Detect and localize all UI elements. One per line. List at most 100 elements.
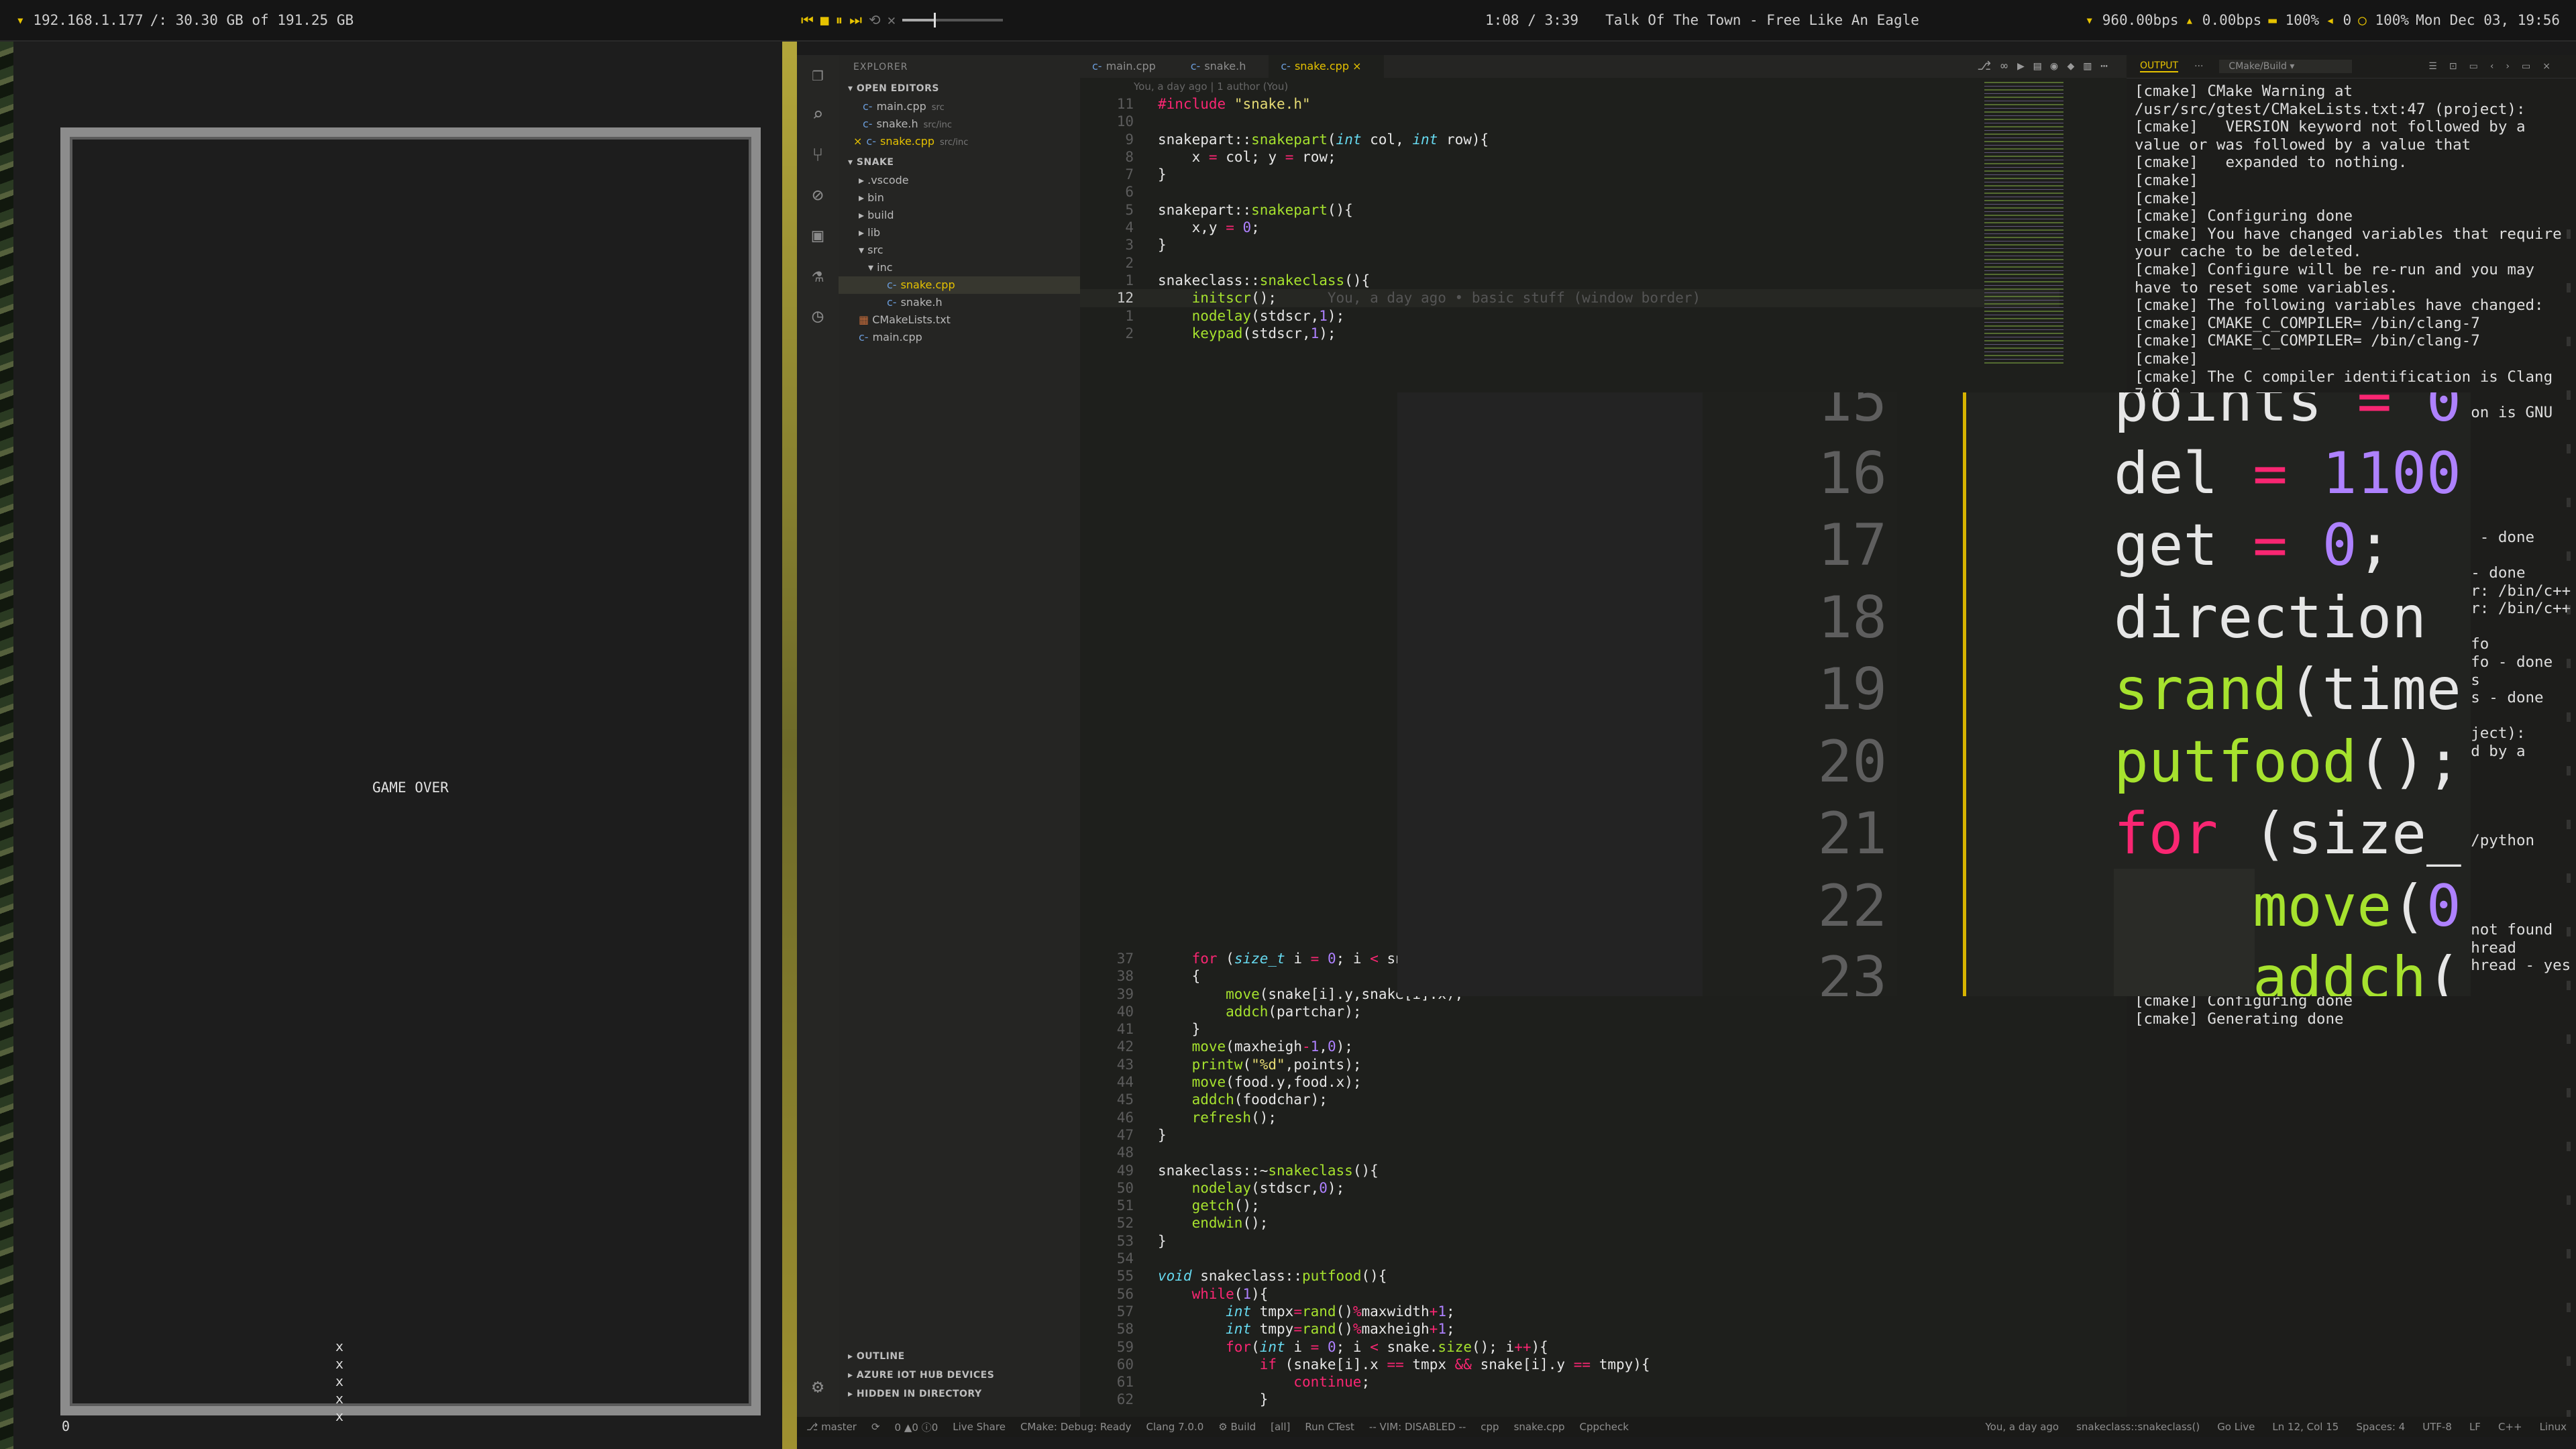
code-line[interactable]: 7} [1080,166,2059,183]
code-line[interactable]: 5 snakepart::snakepart(){ [1080,201,2059,219]
code-line[interactable]: 9 snakepart::snakepart(int col, int row){ [1080,131,2059,148]
code-line[interactable]: 48 [1080,1144,2059,1161]
tab-main-cpp[interactable]: c-main.cpp [1080,55,1179,78]
link-icon[interactable]: ∞ [2000,59,2017,73]
test-icon[interactable]: ⚗ [805,263,830,288]
tab-snake-cpp[interactable]: c-snake.cpp × [1269,55,1385,78]
tree-folder-build[interactable]: ▸ build [839,207,1080,224]
next-track-icon[interactable]: ⏭ [849,12,862,29]
close-icon[interactable]: × [2542,61,2563,72]
seek-bar[interactable] [902,13,1004,28]
code-line[interactable]: 4 x,y = 0; [1080,219,2059,236]
code-line[interactable]: 51 getch(); [1080,1197,2059,1214]
open-editor-main[interactable]: c-main.cpp src [839,98,1080,115]
code-line[interactable]: 53} [1080,1232,2059,1250]
open-editors-section[interactable]: ▾ OPEN EDITORS [839,79,1080,98]
list-icon[interactable]: ☰ [2428,61,2449,72]
code-line[interactable]: 12 initscr(); You, a day ago • basic stu… [1080,289,2059,307]
code-lines-top[interactable]: 11 #include "snake.h" 10 9 snakepart::snakep… [1080,95,2059,342]
eye-icon[interactable]: ◉ [2051,59,2068,73]
output-tab[interactable]: OUTPUT [2140,60,2179,72]
code-line[interactable]: 61 continue; [1080,1373,2059,1391]
encoding[interactable]: UTF-8 [2422,1421,2452,1433]
diamond-icon[interactable]: ◆ [2067,59,2084,73]
sync-icon[interactable]: ⟳ [871,1421,880,1433]
tree-folder-lib[interactable]: ▸ lib [839,224,1080,241]
code-line[interactable]: 54 [1080,1250,2059,1267]
maximize-icon[interactable]: ▭ [2522,61,2542,72]
tree-file-snake-h[interactable]: c-snake.h [839,294,1080,311]
repeat-icon[interactable]: ⟲ [869,12,881,28]
code-line[interactable]: 43 printw("%d",points); [1080,1056,2059,1073]
indentation[interactable]: Spaces: 4 [2356,1421,2405,1433]
close-icon[interactable]: × [1352,60,1361,72]
git-branch[interactable]: ⎇ master [806,1421,857,1433]
code-line[interactable]: 1 nodelay(stdscr,1); [1080,307,2059,325]
git-blame[interactable]: You, a day ago [1986,1421,2059,1433]
search-icon[interactable]: ⌕ [805,102,830,127]
line-ending[interactable]: LF [2469,1421,2481,1433]
code-line[interactable]: 2 keypad(stdscr,1); [1080,325,2059,342]
code-line[interactable]: 11 #include "snake.h" [1080,95,2059,113]
code-line[interactable]: 10 [1080,113,2059,130]
code-line[interactable]: 59 for(int i = 0; i < snake.size(); i++)… [1080,1338,2059,1356]
tree-file-main[interactable]: c-main.cpp [839,329,1080,346]
code-line[interactable]: 52 endwin(); [1080,1214,2059,1232]
output-scrollbar[interactable] [2567,229,2571,1437]
tab-snake-h[interactable]: c-snake.h [1179,55,1269,78]
run-icon[interactable]: ▶ [2017,59,2034,73]
clear-icon[interactable]: ▭ [2469,61,2490,72]
output-channel-select[interactable]: CMake/Build ▾ [2219,60,2353,73]
live-share[interactable]: Live Share [953,1421,1006,1433]
extensions-icon[interactable]: ▣ [805,223,830,248]
seek-bar-knob[interactable] [933,13,936,28]
build-button[interactable]: ⚙ Build [1218,1421,1256,1433]
build-target[interactable]: [all] [1271,1421,1290,1433]
code-line[interactable]: 58 int tmpy=rand()%maxheigh+1; [1080,1320,2059,1338]
code-line[interactable]: 46 refresh(); [1080,1109,2059,1126]
code-line[interactable]: 47} [1080,1126,2059,1144]
hidden-section[interactable]: ▸ HIDDEN IN DIRECTORY [839,1385,1080,1403]
code-lines-bottom[interactable]: 37 for (size_t i = 0; i < snake.size(); … [1080,950,2059,1409]
source-control-icon[interactable]: ⑂ [805,142,830,168]
code-line[interactable]: 44 move(food.y,food.x); [1080,1073,2059,1091]
azure-section[interactable]: ▸ AZURE IOT HUB DEVICES [839,1366,1080,1385]
code-line[interactable]: 57 int tmpx=rand()%maxwidth+1; [1080,1303,2059,1320]
minimap[interactable] [1984,82,2063,364]
code-line[interactable]: 6 [1080,183,2059,201]
shuffle-icon[interactable]: ✕ [888,12,896,28]
tree-folder-vscode[interactable]: ▸ .vscode [839,172,1080,189]
history-icon[interactable]: ◷ [805,303,830,329]
chevron-left-icon[interactable]: ‹ [2490,61,2506,72]
code-line[interactable]: 49 snakeclass::~snakeclass(){ [1080,1162,2059,1179]
cursor-position[interactable]: Ln 12, Col 15 [2272,1421,2339,1433]
chevron-right-icon[interactable]: › [2506,61,2522,72]
gear-icon[interactable]: ⚙ [805,1374,830,1399]
code-line[interactable]: 1 snakeclass::snakeclass(){ [1080,272,2059,289]
code-line[interactable]: 42 move(maxheigh-1,0); [1080,1038,2059,1055]
code-line[interactable]: 8 x = col; y = row; [1080,148,2059,166]
terminal-window[interactable]: GAME OVER x x x x x 0 [13,42,782,1449]
go-live[interactable]: Go Live [2217,1421,2255,1433]
language-mode[interactable]: C++ [2498,1421,2522,1433]
more-icon[interactable]: ··· [2194,61,2203,72]
previous-track-icon[interactable]: ⏮ [801,12,814,29]
code-line[interactable]: 3} [1080,236,2059,254]
explorer-icon[interactable]: ❐ [805,62,830,87]
open-editor-snake-h[interactable]: c-snake.h src/inc [839,115,1080,133]
tree-folder-bin[interactable]: ▸ bin [839,189,1080,207]
code-line[interactable]: 62 } [1080,1391,2059,1408]
code-line[interactable]: 41 } [1080,1020,2059,1038]
preview-icon[interactable]: ▤ [2034,59,2051,73]
tree-file-cmakelists[interactable]: ▦ CMakeLists.txt [839,311,1080,329]
volume[interactable]: ◂ 0 [2326,12,2351,28]
cmake-kit[interactable]: Clang 7.0.0 [1146,1421,1203,1433]
code-line[interactable]: 55 void snakeclass::putfood(){ [1080,1267,2059,1285]
code-line[interactable]: 2 [1080,254,2059,272]
code-line[interactable]: 56 while(1){ [1080,1285,2059,1303]
tree-folder-inc[interactable]: ▾ inc [839,259,1080,276]
project-section[interactable]: ▾ SNAKE [839,153,1080,172]
git-icon[interactable]: ⎇ [1977,59,2000,73]
code-line[interactable]: 60 if (snake[i].x == tmpx && snake[i].y … [1080,1356,2059,1373]
cppcheck[interactable]: Cppcheck [1580,1421,1629,1433]
